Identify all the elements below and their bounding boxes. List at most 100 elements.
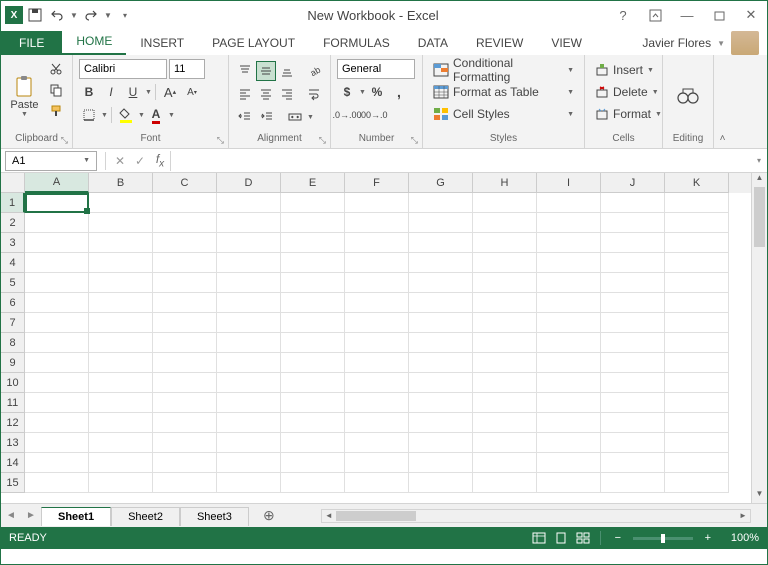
- cell[interactable]: [409, 233, 473, 253]
- row-header[interactable]: 2: [1, 213, 25, 233]
- cell[interactable]: [601, 413, 665, 433]
- tab-home[interactable]: HOME: [62, 29, 126, 55]
- row-header[interactable]: 15: [1, 473, 25, 493]
- row-header[interactable]: 3: [1, 233, 25, 253]
- cell[interactable]: [473, 453, 537, 473]
- vertical-scroll-thumb[interactable]: [754, 187, 765, 247]
- bold-button[interactable]: B: [79, 82, 99, 102]
- cell[interactable]: [89, 413, 153, 433]
- cell[interactable]: [25, 413, 89, 433]
- undo-dropdown[interactable]: ▼: [69, 5, 79, 25]
- cell[interactable]: [89, 193, 153, 213]
- cell[interactable]: [89, 233, 153, 253]
- cell[interactable]: [89, 333, 153, 353]
- avatar[interactable]: [731, 31, 759, 55]
- cell[interactable]: [281, 473, 345, 493]
- cell[interactable]: [217, 313, 281, 333]
- cell[interactable]: [281, 333, 345, 353]
- cell[interactable]: [601, 373, 665, 393]
- file-tab[interactable]: FILE: [1, 31, 62, 55]
- cell[interactable]: [281, 253, 345, 273]
- cell[interactable]: [409, 373, 473, 393]
- cell[interactable]: [25, 353, 89, 373]
- column-header[interactable]: F: [345, 173, 409, 193]
- cell[interactable]: [409, 473, 473, 493]
- cell[interactable]: [153, 273, 217, 293]
- save-button[interactable]: [25, 5, 45, 25]
- font-color-button[interactable]: A: [146, 105, 166, 125]
- cell[interactable]: [409, 433, 473, 453]
- cell[interactable]: [217, 333, 281, 353]
- hscroll-left[interactable]: ◄: [322, 510, 336, 522]
- row-header[interactable]: 14: [1, 453, 25, 473]
- cell[interactable]: [217, 433, 281, 453]
- decrease-font-button[interactable]: A▾: [182, 82, 202, 102]
- cell[interactable]: [409, 313, 473, 333]
- chevron-down-icon[interactable]: ▼: [101, 112, 107, 119]
- cell[interactable]: [473, 333, 537, 353]
- cell[interactable]: [217, 253, 281, 273]
- cell[interactable]: [89, 293, 153, 313]
- cell[interactable]: [537, 193, 601, 213]
- column-header[interactable]: J: [601, 173, 665, 193]
- cell[interactable]: [25, 293, 89, 313]
- cell[interactable]: [25, 233, 89, 253]
- cell[interactable]: [217, 353, 281, 373]
- fill-color-button[interactable]: [116, 105, 136, 125]
- redo-button[interactable]: [81, 5, 101, 25]
- cell[interactable]: [25, 453, 89, 473]
- number-format-select[interactable]: [337, 59, 415, 79]
- cell[interactable]: [153, 453, 217, 473]
- vertical-scrollbar[interactable]: ▲ ▼: [751, 173, 767, 503]
- spreadsheet-grid[interactable]: ABCDEFGHIJK 123456789101112131415 ▲ ▼: [1, 173, 767, 503]
- help-button[interactable]: ?: [611, 5, 635, 25]
- insert-function-button[interactable]: fx: [150, 151, 170, 171]
- cell[interactable]: [537, 393, 601, 413]
- formula-bar[interactable]: [170, 151, 751, 171]
- cell[interactable]: [601, 473, 665, 493]
- cell[interactable]: [537, 293, 601, 313]
- cell[interactable]: [537, 433, 601, 453]
- column-header[interactable]: E: [281, 173, 345, 193]
- cell[interactable]: [601, 393, 665, 413]
- cell[interactable]: [409, 293, 473, 313]
- row-header[interactable]: 1: [1, 193, 25, 213]
- cell[interactable]: [89, 253, 153, 273]
- cell[interactable]: [153, 413, 217, 433]
- cell[interactable]: [281, 193, 345, 213]
- page-break-view-button[interactable]: [572, 529, 594, 547]
- cell[interactable]: [153, 313, 217, 333]
- cell[interactable]: [281, 433, 345, 453]
- row-header[interactable]: 13: [1, 433, 25, 453]
- redo-dropdown[interactable]: ▼: [103, 5, 113, 25]
- cell[interactable]: [25, 373, 89, 393]
- cell[interactable]: [345, 233, 409, 253]
- tab-view[interactable]: VIEW: [537, 31, 596, 55]
- font-size-select[interactable]: [169, 59, 205, 79]
- percent-button[interactable]: %: [367, 82, 387, 102]
- cell[interactable]: [217, 373, 281, 393]
- row-header[interactable]: 6: [1, 293, 25, 313]
- maximize-button[interactable]: [707, 5, 731, 25]
- find-select-button[interactable]: [670, 59, 706, 133]
- align-right-button[interactable]: [278, 84, 297, 104]
- wrap-text-button[interactable]: [305, 84, 324, 104]
- minimize-button[interactable]: —: [675, 5, 699, 25]
- cell[interactable]: [281, 453, 345, 473]
- chevron-down-icon[interactable]: ▼: [359, 89, 365, 96]
- cell[interactable]: [281, 413, 345, 433]
- cell[interactable]: [345, 413, 409, 433]
- cell[interactable]: [89, 273, 153, 293]
- cell[interactable]: [409, 393, 473, 413]
- ribbon-display-button[interactable]: [643, 5, 667, 25]
- cell[interactable]: [601, 253, 665, 273]
- cell[interactable]: [665, 353, 729, 373]
- cell[interactable]: [665, 193, 729, 213]
- format-painter-button[interactable]: [46, 101, 66, 121]
- undo-button[interactable]: [47, 5, 67, 25]
- cell[interactable]: [601, 453, 665, 473]
- cell[interactable]: [473, 253, 537, 273]
- cell[interactable]: [665, 473, 729, 493]
- row-header[interactable]: 12: [1, 413, 25, 433]
- cell[interactable]: [473, 433, 537, 453]
